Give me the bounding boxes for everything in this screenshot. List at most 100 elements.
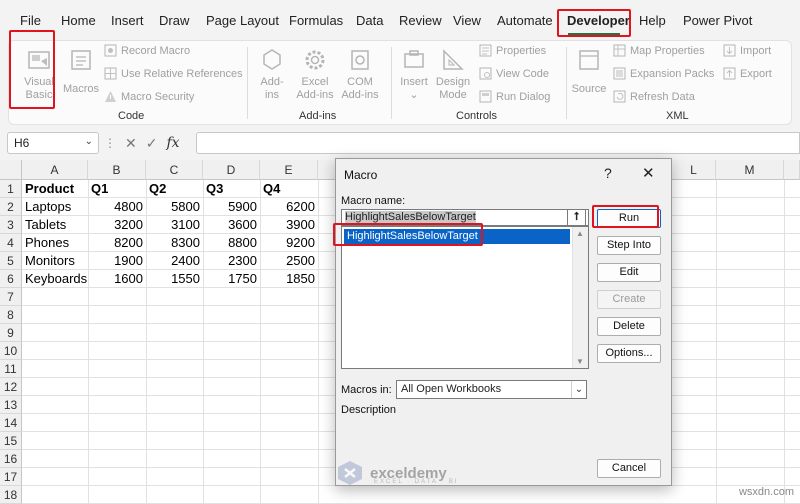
table-cell[interactable]: Tablets (22, 216, 88, 234)
row-header[interactable]: 11 (0, 360, 22, 378)
check-icon[interactable]: ✓ (146, 135, 158, 152)
row-header[interactable]: 8 (0, 306, 22, 324)
table-cell[interactable]: Keyboards (22, 270, 88, 288)
header-cell[interactable]: Q1 (88, 180, 146, 198)
macros-in-select[interactable]: All Open Workbooks ⌄ (396, 380, 587, 399)
table-cell[interactable]: 1750 (203, 270, 260, 288)
record-macro-button[interactable]: Record Macro (104, 44, 190, 57)
row-header[interactable]: 2 (0, 198, 22, 216)
table-cell[interactable]: 1900 (88, 252, 146, 270)
name-box[interactable]: H6 ⌄ (7, 132, 99, 154)
properties-button[interactable]: Properties (479, 44, 546, 57)
view-code-button[interactable]: View Code (479, 67, 549, 80)
column-header[interactable]: E (260, 160, 318, 180)
use-relative-references-button[interactable]: Use Relative References (104, 67, 243, 80)
scroll-up-icon[interactable]: ▲ (576, 229, 584, 238)
column-header[interactable]: M (716, 160, 784, 180)
tab-power-pivot[interactable]: Power Pivot (683, 13, 752, 28)
step-into-button[interactable]: Step Into (597, 236, 661, 255)
list-item[interactable]: HighlightSalesBelowTarget (344, 229, 570, 244)
table-cell[interactable]: 2500 (260, 252, 318, 270)
design-mode-button[interactable]: Design Mode (435, 47, 471, 102)
tab-automate[interactable]: Automate (497, 13, 553, 28)
row-header[interactable]: 12 (0, 378, 22, 396)
column-header[interactable]: C (146, 160, 203, 180)
tab-developer[interactable]: Developer (567, 13, 630, 28)
row-header[interactable]: 5 (0, 252, 22, 270)
tab-insert[interactable]: Insert (111, 13, 144, 28)
map-properties-button[interactable]: Map Properties (613, 44, 705, 57)
tab-data[interactable]: Data (356, 13, 383, 28)
delete-button[interactable]: Delete (597, 317, 661, 336)
row-header[interactable]: 18 (0, 486, 22, 504)
row-header[interactable]: 16 (0, 450, 22, 468)
tab-draw[interactable]: Draw (159, 13, 189, 28)
column-header[interactable] (784, 160, 800, 180)
table-cell[interactable]: 8300 (146, 234, 203, 252)
macro-name-input[interactable]: HighlightSalesBelowTarget (341, 209, 589, 226)
more-options-icon[interactable]: ⋮ (104, 136, 116, 150)
table-cell[interactable]: 5800 (146, 198, 203, 216)
table-cell[interactable]: 3600 (203, 216, 260, 234)
xml-source-button[interactable]: Source (571, 47, 607, 96)
row-header[interactable]: 10 (0, 342, 22, 360)
expansion-packs-button[interactable]: Expansion Packs (613, 67, 714, 80)
excel-add-ins-button[interactable]: Excel Add-ins (295, 47, 335, 102)
com-add-ins-button[interactable]: COM Add-ins (339, 47, 381, 102)
row-header[interactable]: 15 (0, 432, 22, 450)
row-header[interactable]: 14 (0, 414, 22, 432)
row-header[interactable]: 9 (0, 324, 22, 342)
run-button[interactable]: Run (597, 209, 661, 228)
table-cell[interactable]: 6200 (260, 198, 318, 216)
row-header[interactable]: 1 (0, 180, 22, 198)
table-cell[interactable]: Laptops (22, 198, 88, 216)
header-cell[interactable]: Product (22, 180, 88, 198)
table-cell[interactable]: 1550 (146, 270, 203, 288)
tab-file[interactable]: File (20, 13, 41, 28)
row-header[interactable]: 7 (0, 288, 22, 306)
tab-view[interactable]: View (453, 13, 481, 28)
tab-home[interactable]: Home (61, 13, 96, 28)
table-cell[interactable]: 9200 (260, 234, 318, 252)
table-cell[interactable]: 2400 (146, 252, 203, 270)
help-icon[interactable]: ? (604, 165, 612, 181)
tab-formulas[interactable]: Formulas (289, 13, 343, 28)
table-cell[interactable]: 1850 (260, 270, 318, 288)
macro-list[interactable]: HighlightSalesBelowTarget ▲ ▼ (341, 226, 589, 369)
edit-button[interactable]: Edit (597, 263, 661, 282)
refresh-data-button[interactable]: Refresh Data (613, 90, 695, 103)
row-header[interactable]: 3 (0, 216, 22, 234)
arrow-up-icon[interactable]: ⭡ (567, 209, 586, 226)
column-header[interactable]: B (88, 160, 146, 180)
table-cell[interactable]: 3200 (88, 216, 146, 234)
select-all-corner[interactable] (0, 160, 22, 180)
formula-input[interactable] (196, 132, 800, 154)
column-header[interactable]: A (22, 160, 88, 180)
macros-button[interactable]: Macros (61, 47, 101, 96)
table-cell[interactable]: 3900 (260, 216, 318, 234)
header-cell[interactable]: Q3 (203, 180, 260, 198)
tab-help[interactable]: Help (639, 13, 666, 28)
table-cell[interactable]: 8800 (203, 234, 260, 252)
scroll-down-icon[interactable]: ▼ (576, 357, 584, 366)
row-header[interactable]: 17 (0, 468, 22, 486)
table-cell[interactable]: 8200 (88, 234, 146, 252)
column-header[interactable]: D (203, 160, 260, 180)
export-button[interactable]: Export (723, 67, 772, 80)
table-cell[interactable]: 5900 (203, 198, 260, 216)
visual-basic-button[interactable]: Visual Basic (17, 47, 61, 102)
row-header[interactable]: 13 (0, 396, 22, 414)
table-cell[interactable]: 3100 (146, 216, 203, 234)
table-cell[interactable]: 1600 (88, 270, 146, 288)
header-cell[interactable]: Q2 (146, 180, 203, 198)
chevron-down-icon[interactable]: ⌄ (571, 381, 586, 398)
insert-function-icon[interactable]: fx (166, 135, 179, 151)
row-header[interactable]: 4 (0, 234, 22, 252)
table-cell[interactable]: Phones (22, 234, 88, 252)
macro-security-button[interactable]: Macro Security (104, 90, 194, 103)
table-cell[interactable]: 2300 (203, 252, 260, 270)
cancel-button[interactable]: Cancel (597, 459, 661, 478)
column-header[interactable] (318, 160, 336, 180)
insert-control-button[interactable]: Insert ⌄ (397, 47, 431, 102)
import-button[interactable]: Import (723, 44, 771, 57)
